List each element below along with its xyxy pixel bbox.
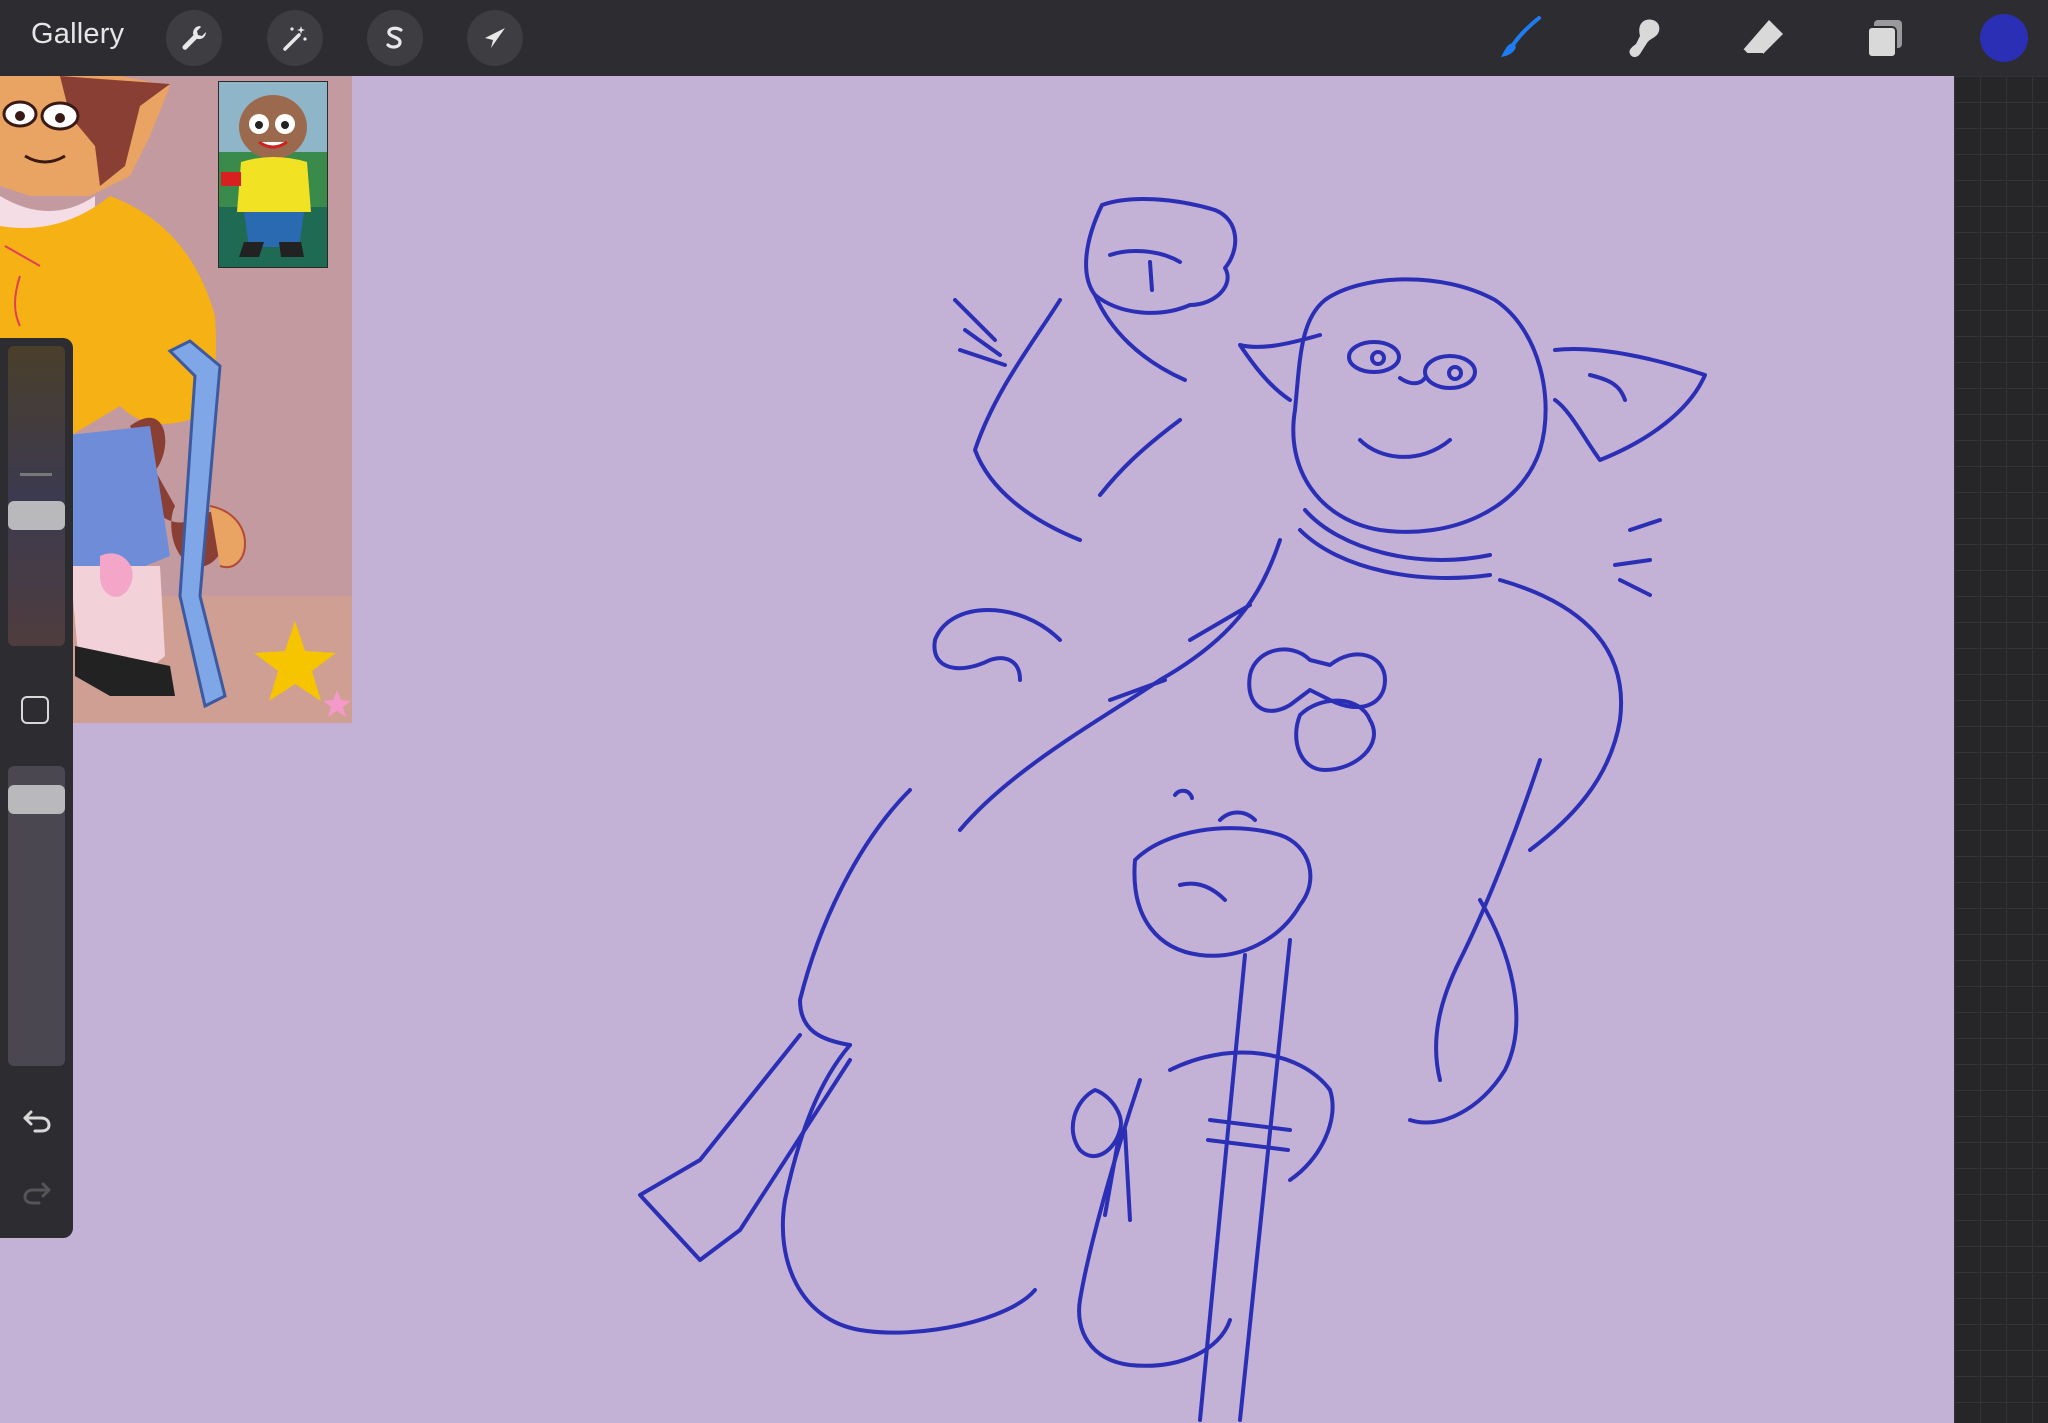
- sketch-drawing: [638, 197, 1707, 1422]
- brush-size-thumb[interactable]: [8, 501, 65, 530]
- color-picker-button[interactable]: [1980, 14, 2028, 62]
- canvas-margin-grid: [1954, 76, 2048, 1423]
- layers-button[interactable]: [1858, 12, 1910, 64]
- side-toolbar: [0, 338, 73, 1238]
- slider-tick: [20, 473, 52, 476]
- selection-s-icon: [386, 26, 403, 49]
- wrench-icon: [182, 26, 207, 50]
- undo-icon: [23, 1110, 51, 1133]
- brush-icon: [1501, 16, 1541, 57]
- brush-button[interactable]: [1494, 12, 1546, 64]
- smudge-icon: [1629, 19, 1660, 57]
- redo-button[interactable]: [18, 1173, 56, 1211]
- layers-icon: [1867, 20, 1902, 58]
- opacity-thumb[interactable]: [8, 785, 65, 814]
- adjustments-button[interactable]: [267, 10, 323, 66]
- smudge-button[interactable]: [1616, 12, 1668, 64]
- undo-button[interactable]: [18, 1101, 56, 1139]
- transform-button[interactable]: [467, 10, 523, 66]
- actions-button[interactable]: [166, 10, 222, 66]
- gallery-button[interactable]: Gallery: [31, 18, 124, 51]
- drawing-canvas[interactable]: [0, 76, 1954, 1423]
- brush-size-slider[interactable]: [8, 346, 65, 646]
- redo-icon: [23, 1182, 51, 1205]
- top-toolbar: Gallery: [0, 0, 2048, 76]
- modify-button[interactable]: [21, 696, 49, 724]
- selection-button[interactable]: [367, 10, 423, 66]
- transform-arrow-icon: [485, 28, 505, 48]
- eraser-button[interactable]: [1737, 12, 1789, 64]
- magic-wand-icon: [283, 26, 307, 51]
- eraser-icon: [1742, 20, 1783, 55]
